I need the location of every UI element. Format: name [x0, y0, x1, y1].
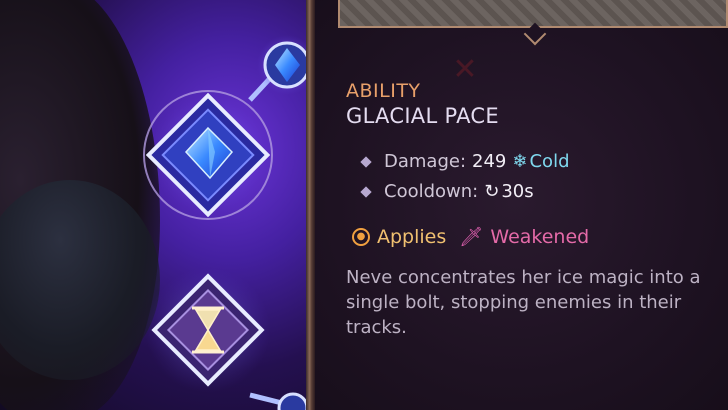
- stat-value: 30s: [501, 181, 534, 202]
- bullet-diamond-icon: [360, 155, 372, 168]
- skill-tree-area: [0, 0, 306, 410]
- skill-tree-svg: [143, 35, 306, 410]
- snowflake-icon: ❄: [512, 151, 528, 172]
- hourglass-node[interactable]: [146, 268, 270, 392]
- applies-row: ● Applies 🗡 Weakened: [352, 225, 589, 248]
- stat-label: Damage:: [384, 151, 467, 172]
- ability-description: Neve concentrates her ice magic into a s…: [346, 267, 701, 338]
- ability-category: ABILITY: [346, 80, 421, 102]
- stat-damage: Damage: 249 ❄ Cold: [360, 151, 570, 172]
- applies-icon: ●: [352, 227, 370, 246]
- ability-name: GLACIAL PACE: [346, 104, 499, 128]
- status-effect-label[interactable]: Weakened: [490, 226, 589, 248]
- tooltip-panel: [315, 0, 728, 410]
- panel-divider: [306, 0, 315, 410]
- stat-value: 249: [472, 151, 507, 172]
- stat-label: Cooldown:: [384, 181, 479, 202]
- weakened-icon: 🗡: [459, 226, 484, 248]
- stat-cooldown: Cooldown: ↻ 30s: [360, 181, 534, 202]
- bullet-diamond-icon: [360, 185, 372, 198]
- partial-node: [277, 392, 306, 410]
- element-label: Cold: [529, 151, 570, 172]
- glacial-pace-node[interactable]: [143, 90, 273, 220]
- cooldown-icon: ↻: [484, 181, 500, 202]
- tooltip-header: ABILITY GLACIAL PACE: [346, 80, 721, 130]
- applies-label: Applies: [377, 225, 447, 248]
